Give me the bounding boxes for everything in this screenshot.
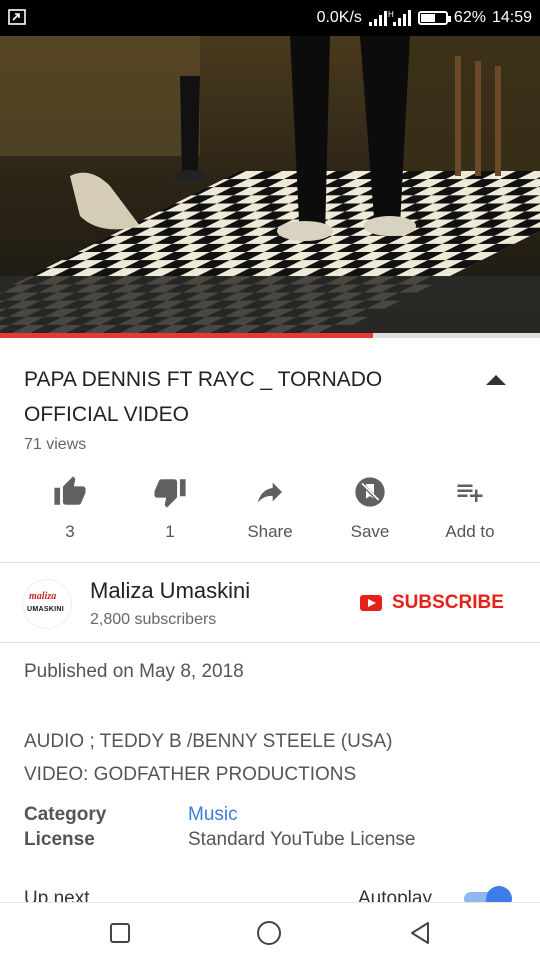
share-button[interactable]: Share xyxy=(220,472,320,552)
video-player[interactable] xyxy=(0,36,540,336)
description: AUDIO ; TEDDY B /BENNY STEELE (USA) VIDE… xyxy=(24,725,393,791)
channel-name[interactable]: Maliza Umaskini xyxy=(90,578,250,604)
description-line: VIDEO: GODFATHER PRODUCTIONS xyxy=(24,764,357,785)
add-to-label: Add to xyxy=(445,522,495,541)
dislike-button[interactable]: 1 xyxy=(120,472,220,552)
save-label: Save xyxy=(350,522,390,541)
thumbs-down-icon xyxy=(154,479,186,508)
share-label: Share xyxy=(247,522,293,541)
like-button[interactable]: 3 xyxy=(20,472,120,552)
license-value: Standard YouTube License xyxy=(188,829,416,850)
home-button[interactable] xyxy=(256,920,282,946)
system-nav-bar xyxy=(0,902,540,961)
divider xyxy=(0,642,540,643)
license-label: License xyxy=(24,829,95,850)
back-button[interactable] xyxy=(407,920,433,946)
clock: 14:59 xyxy=(491,9,532,26)
save-button[interactable]: Save xyxy=(320,472,420,552)
save-icon xyxy=(355,477,385,507)
youtube-play-icon xyxy=(360,595,382,611)
progress-played xyxy=(0,333,373,338)
dislike-count: 1 xyxy=(165,522,175,541)
status-bar: 0.0K/s H 62% 14:59 xyxy=(0,0,540,36)
home-icon xyxy=(257,921,281,945)
description-line: AUDIO ; TEDDY B /BENNY STEELE (USA) xyxy=(24,731,393,752)
subscriber-count: 2,800 subscribers xyxy=(90,611,217,628)
category-link[interactable]: Music xyxy=(188,802,488,827)
add-to-playlist-icon xyxy=(457,484,483,502)
publish-date: Published on May 8, 2018 xyxy=(24,661,244,682)
like-count: 3 xyxy=(65,522,75,541)
video-frame xyxy=(0,36,540,336)
signal-icon: H xyxy=(368,10,411,26)
battery-icon xyxy=(417,11,451,25)
recents-icon xyxy=(110,923,130,943)
network-speed: 0.0K/s xyxy=(316,9,362,26)
action-row: 3 1 Share Save Add to xyxy=(20,472,520,552)
video-progress-bar[interactable] xyxy=(0,333,540,338)
svg-text:H: H xyxy=(388,10,394,19)
recents-button[interactable] xyxy=(107,920,133,946)
add-to-button[interactable]: Add to xyxy=(420,472,520,552)
back-icon xyxy=(411,922,429,944)
channel-avatar[interactable]: maliza UMASKINI xyxy=(22,579,72,629)
battery-percent: 62% xyxy=(453,9,486,26)
share-icon xyxy=(258,482,282,503)
collapse-description-icon[interactable] xyxy=(486,375,506,385)
category-label: Category xyxy=(24,804,107,825)
subscribe-button[interactable]: SUBSCRIBE xyxy=(360,592,504,614)
subscribe-label: SUBSCRIBE xyxy=(392,592,504,613)
avatar-logo-subtext: UMASKINI xyxy=(27,606,65,613)
avatar-logo-text: maliza xyxy=(29,591,57,602)
view-count: 71 views xyxy=(24,436,87,453)
thumbs-up-icon xyxy=(54,476,86,505)
video-title: PAPA DENNIS FT RAYC _ TORNADO OFFICIAL V… xyxy=(24,368,383,426)
divider xyxy=(0,562,540,563)
screen-rotate-icon xyxy=(8,9,26,25)
